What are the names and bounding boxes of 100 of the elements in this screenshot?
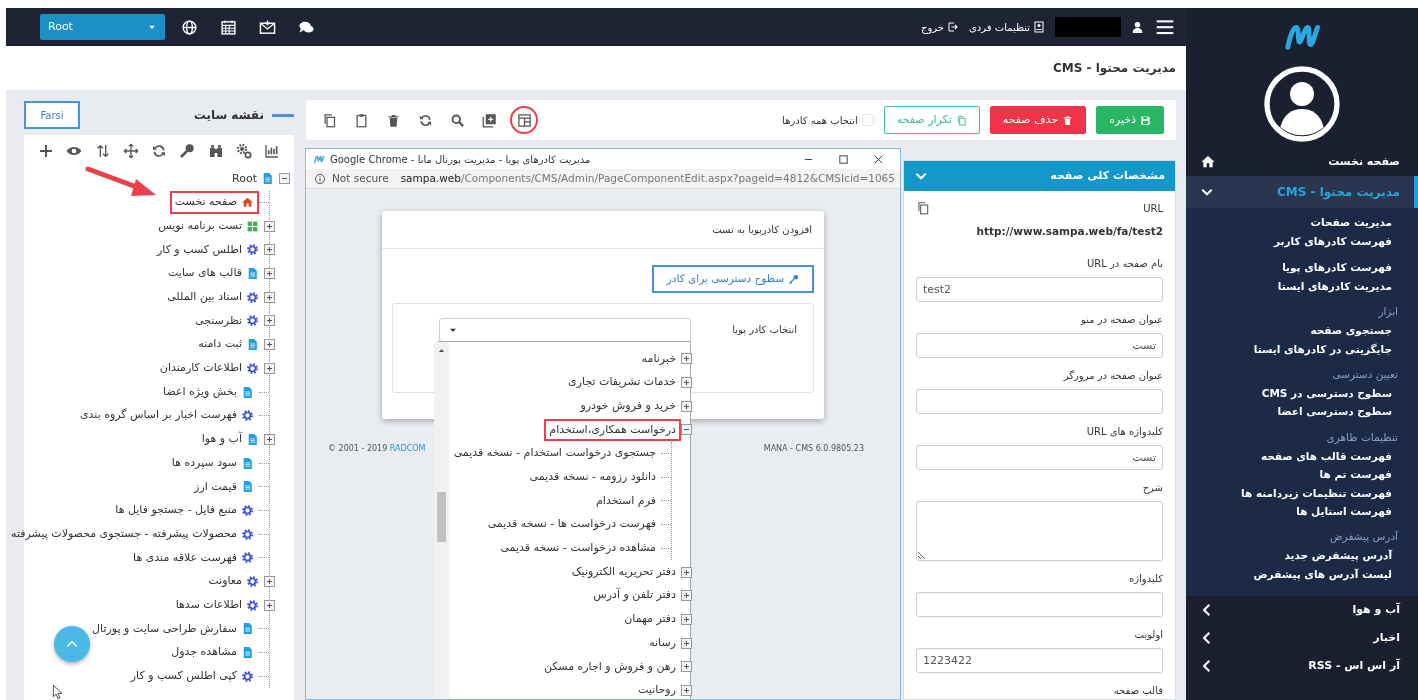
copy-icon[interactable] [321,112,337,128]
access-button[interactable]: سطوح دسترسی برای کادر [652,265,814,293]
expand-toggle[interactable] [264,576,275,588]
dropdown-option[interactable]: دانلود رزومه - نسخه قدیمی [529,469,656,486]
dropdown-option[interactable]: فرم استخدام [596,492,656,510]
dropdown-option[interactable]: خرید و فروش خودرو [580,397,676,415]
text-field[interactable]: 1223422 [916,647,1163,673]
expand-toggle[interactable] [264,362,275,374]
dropdown-option[interactable]: خدمات تشریفات تجاری [568,374,676,391]
tree-item[interactable]: سود سپرده ها [171,454,237,472]
add-icon[interactable] [38,143,54,159]
expand-toggle[interactable] [264,315,275,327]
text-field[interactable]: تست [916,332,1163,358]
text-field[interactable] [916,388,1163,414]
search-icon[interactable] [449,112,465,128]
add-icon[interactable] [481,112,497,128]
dropdown-option[interactable]: رسانه [649,634,676,652]
expand-toggle[interactable] [264,244,275,256]
tree-item[interactable]: بخش ویژه اعضا [163,383,237,401]
expand-toggle[interactable] [681,400,692,412]
expand-toggle[interactable] [681,424,692,436]
submenu-item[interactable]: مدیریت کادرهای ایستا [1196,277,1398,296]
tree-item[interactable]: قالب های سایت [168,265,242,282]
sidebar-item[interactable]: مدیریت محتوا - CMS [1186,176,1418,208]
tree-item[interactable]: فهرست علاقه مندی ها [133,549,237,567]
tree-item[interactable]: قیمت ارز [194,478,237,496]
text-field[interactable]: تست [916,444,1163,470]
expand-toggle[interactable] [264,291,275,303]
delete-button[interactable]: حذف صفحه [989,106,1087,134]
expand-toggle[interactable] [264,433,275,445]
tree-item[interactable]: منبع فایل - جستجو فایل ها [115,502,237,519]
dropdown-option[interactable]: خبرنامه [641,350,676,368]
submenu-item[interactable]: فهرست قالب های صفحه [1196,447,1398,466]
sidebar-item[interactable]: آب و هوا [1186,596,1418,624]
submenu-item[interactable]: لیست آدرس های پیشفرض [1196,565,1398,584]
root-select[interactable]: Root [40,14,165,40]
dropdown-option[interactable]: روحانیت [638,682,676,699]
expand-toggle[interactable] [264,268,275,280]
dropdown-option[interactable]: مشاهده درخواست - نسخه قدیمی [500,540,656,557]
language-button[interactable]: Farsi [24,101,80,129]
tree-item[interactable]: معاونت [208,573,242,590]
tree-item[interactable]: سفارش طراحی سایت و پورتال [92,620,237,638]
expand-toggle[interactable] [681,661,692,673]
submenu-item[interactable]: فهرست استایل ها [1196,502,1398,522]
submenu-item[interactable]: مدیریت صفحات [1196,214,1398,233]
refresh-icon[interactable] [151,143,167,159]
submenu-item[interactable]: فهرست کادرهای پویا [1196,259,1398,278]
submenu-item[interactable]: جستجوی صفحه [1196,321,1398,341]
submenu-item[interactable]: سطوح دسترسی اعضا [1196,403,1398,422]
logout-link[interactable]: خروج [921,19,959,35]
tree-item[interactable]: اسناد بین المللی [167,289,242,306]
move-icon[interactable] [122,143,139,159]
menu-icon[interactable] [1154,17,1176,37]
text-field[interactable] [916,591,1163,617]
expand-toggle[interactable] [264,599,275,611]
gears-icon[interactable] [235,143,252,159]
dropdown-option[interactable]: دفتر تحریریه الکترونیک [571,563,676,581]
expand-toggle[interactable] [681,637,692,649]
wrench-icon[interactable] [179,143,196,159]
dropdown-option[interactable]: دفتر مهمان [624,611,676,628]
maximize-icon[interactable] [838,153,849,165]
expand-toggle[interactable] [264,339,275,351]
text-field[interactable]: test2 [916,276,1163,302]
tree-item[interactable]: اطلاعات سدها [175,596,242,614]
sidebar-item[interactable]: صفحه نخست [1186,148,1418,176]
submenu-item[interactable]: فهرست تنظیمات زیردامنه ها [1196,484,1398,503]
globe-icon[interactable] [181,18,198,36]
binoculars-icon[interactable] [207,143,224,159]
layout-icon[interactable] [516,112,532,128]
sidebar-item[interactable]: آر اس اس - RSS [1186,652,1418,680]
tree-item[interactable]: محصولات پیشرفته - جستجوی محصولات پیشرفته [11,525,237,543]
submenu-item[interactable]: سطوح دسترسی در CMS [1196,384,1398,403]
tree-item[interactable]: تست برنامه نویس [158,217,242,235]
tree-item[interactable]: نظرسنجی [195,312,242,330]
sidebar-item[interactable]: اخبار [1186,624,1418,652]
dropdown-option[interactable]: دفتر تلفن و آدرس [593,587,676,604]
expand-toggle[interactable] [681,684,692,696]
settings-link[interactable]: تنظیمات فردی [968,19,1045,35]
clipboard-icon[interactable] [353,112,369,128]
expand-toggle[interactable] [681,377,692,389]
submenu-item[interactable]: فهرست تم ها [1196,465,1398,485]
dropdown-option[interactable]: درخواست همکاری،استخدام [549,421,676,439]
close-icon[interactable] [873,153,884,165]
copy-icon[interactable] [916,201,930,215]
tree-item[interactable]: فهرست اخبار بر اساس گروه بندی [79,407,237,424]
tree-item[interactable]: آب و هوا [201,431,242,448]
expand-toggle[interactable] [264,220,275,232]
dropdown-option[interactable]: جستجوی درخواست استخدام - نسخه قدیمی [453,445,656,462]
chart-icon[interactable] [264,143,280,159]
expand-toggle[interactable] [681,566,692,578]
scrollbar[interactable] [433,342,449,699]
tree-item[interactable]: کپی اطلس کسب و کار [130,668,237,685]
expand-toggle[interactable] [681,613,692,625]
tree-item[interactable]: Root [232,170,257,188]
expand-toggle[interactable] [681,353,692,365]
dropdown-option[interactable]: فهرست درخواست ها - نسخه قدیمی [487,516,656,533]
tree-item[interactable]: ثبت دامنه [198,336,242,353]
expand-toggle[interactable] [279,173,290,185]
scroll-thumb[interactable] [436,492,446,542]
tree-item[interactable]: مشاهده جدول [171,644,237,661]
